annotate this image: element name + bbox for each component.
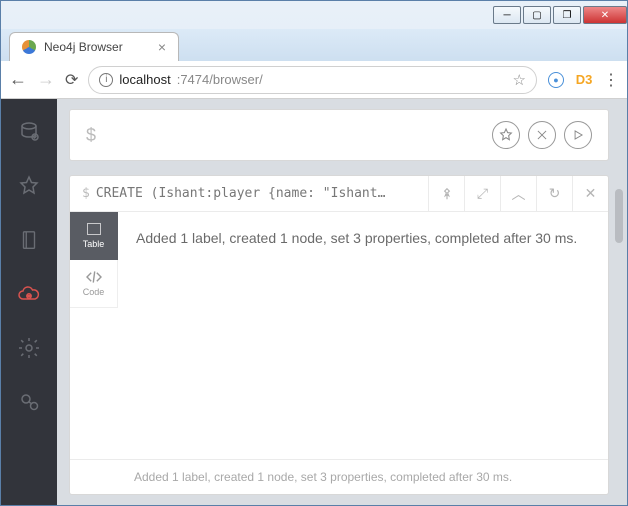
main-scrollbar[interactable] <box>615 107 623 497</box>
favicon-icon <box>22 40 36 54</box>
view-tab-table[interactable]: Table <box>70 212 118 260</box>
editor-prompt: $ <box>86 125 96 146</box>
site-info-icon[interactable]: i <box>99 73 113 87</box>
expand-button[interactable]: ⤢ <box>464 176 500 211</box>
sidebar-favorites-icon[interactable] <box>1 159 57 213</box>
restore-button[interactable]: ❐ <box>553 6 581 24</box>
sidebar-documents-icon[interactable] <box>1 213 57 267</box>
clear-editor-button[interactable] <box>528 121 556 149</box>
neo4j-app: $ $ CREATE (Ishant:player {name: "Ishant… <box>1 99 627 505</box>
collapse-up-button[interactable]: ︿ <box>500 176 536 211</box>
result-footer: Added 1 label, created 1 node, set 3 pro… <box>70 459 608 494</box>
extension-icon-1[interactable]: ● <box>547 71 565 89</box>
tab-title: Neo4j Browser <box>44 40 123 54</box>
run-query-button[interactable] <box>564 121 592 149</box>
maximize-button[interactable]: ▢ <box>523 6 551 24</box>
result-toolbar: ⤢ ︿ ↻ ✕ <box>428 176 608 211</box>
os-window: ─ ▢ ❐ ✕ Neo4j Browser × ← → ⟳ i localhos… <box>0 0 628 506</box>
rerun-button[interactable]: ↻ <box>536 176 572 211</box>
close-window-button[interactable]: ✕ <box>583 6 627 24</box>
app-main: $ $ CREATE (Ishant:player {name: "Ishant… <box>57 99 627 505</box>
pin-button[interactable] <box>428 176 464 211</box>
bookmark-star-icon[interactable]: ☆ <box>513 71 526 89</box>
query-editor[interactable]: $ <box>69 109 609 161</box>
back-button[interactable]: ← <box>9 69 27 90</box>
browser-toolbar: ← → ⟳ i localhost :7474/browser/ ☆ ● D3 ⋮ <box>1 61 627 99</box>
forward-button: → <box>37 69 55 90</box>
result-prompt: $ <box>82 186 90 201</box>
result-view-tabs: Table Code <box>70 212 118 459</box>
editor-actions <box>492 121 592 149</box>
scrollbar-thumb[interactable] <box>615 189 623 243</box>
sidebar-about-icon[interactable] <box>1 375 57 429</box>
reload-button[interactable]: ⟳ <box>65 70 78 90</box>
url-host: localhost <box>119 72 170 87</box>
result-query: $ CREATE (Ishant:player {name: "Ishant… <box>70 176 428 211</box>
app-sidebar <box>1 99 57 505</box>
close-result-button[interactable]: ✕ <box>572 176 608 211</box>
view-tab-code[interactable]: Code <box>70 260 118 308</box>
result-query-text: CREATE (Ishant:player {name: "Ishant… <box>96 186 386 201</box>
browser-menu-icon[interactable]: ⋮ <box>603 70 619 90</box>
sidebar-database-icon[interactable] <box>1 105 57 159</box>
minimize-button[interactable]: ─ <box>493 6 521 24</box>
result-message: Added 1 label, created 1 node, set 3 pro… <box>118 212 608 459</box>
view-tab-code-label: Code <box>83 287 105 297</box>
browser-tabstrip: Neo4j Browser × <box>1 29 627 61</box>
sidebar-settings-icon[interactable] <box>1 321 57 375</box>
titlebar: ─ ▢ ❐ ✕ <box>1 1 627 29</box>
result-card: $ CREATE (Ishant:player {name: "Ishant… … <box>69 175 609 495</box>
address-bar[interactable]: i localhost :7474/browser/ ☆ <box>88 66 537 94</box>
extension-icon-2[interactable]: D3 <box>575 71 593 89</box>
view-tab-table-label: Table <box>83 239 105 249</box>
window-controls: ─ ▢ ❐ ✕ <box>493 6 627 24</box>
close-tab-icon[interactable]: × <box>158 39 166 55</box>
sidebar-cloud-sync-icon[interactable] <box>1 267 57 321</box>
url-path: :7474/browser/ <box>177 72 263 87</box>
favorite-query-button[interactable] <box>492 121 520 149</box>
result-body: Table Code Added 1 label, created 1 node… <box>70 212 608 459</box>
browser-tab[interactable]: Neo4j Browser × <box>9 32 179 61</box>
result-header: $ CREATE (Ishant:player {name: "Ishant… … <box>70 176 608 212</box>
query-input[interactable] <box>106 127 482 143</box>
